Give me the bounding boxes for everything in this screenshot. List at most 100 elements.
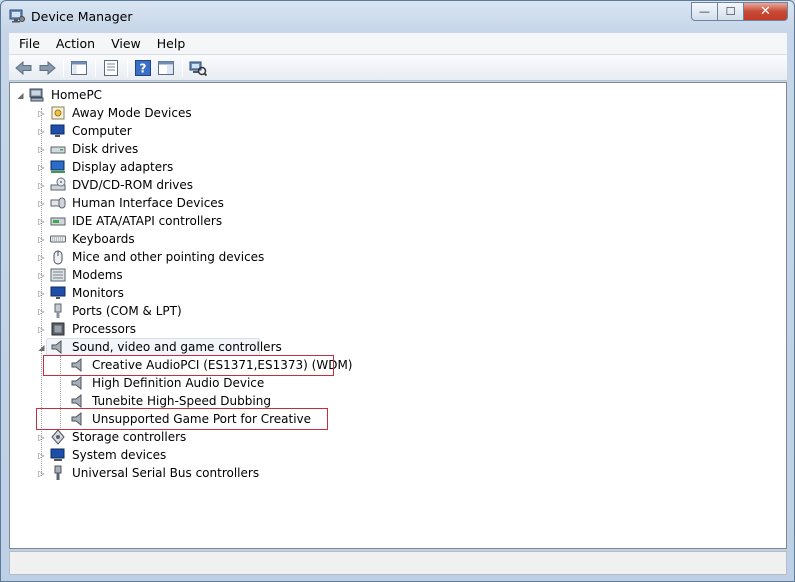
expand-triangle-icon[interactable]: ▷ (37, 217, 46, 226)
tree-node-label: Mice and other pointing devices (72, 250, 265, 264)
red-annotation-box (43, 355, 334, 376)
tree-node-label: System devices (72, 448, 167, 462)
properties-button[interactable] (100, 57, 122, 79)
toolbar-separator (182, 58, 183, 77)
tree-node-label: High Definition Audio Device (92, 376, 265, 390)
update-driver-button[interactable] (155, 57, 177, 79)
tree-node-label: Disk drives (72, 142, 139, 156)
expand-triangle-icon[interactable]: ▷ (37, 253, 46, 262)
menu-bar: File Action View Help (9, 33, 787, 55)
tree-node-label: Ports (COM & LPT) (72, 304, 182, 318)
tree-node-away-mode-devices[interactable]: ▷ Away Mode Devices (37, 104, 194, 122)
away-mode-icon (50, 105, 66, 121)
properties-icon (104, 59, 118, 76)
display-adapter-icon (50, 159, 66, 175)
expand-triangle-icon[interactable]: ▷ (37, 325, 46, 334)
tree-node-label: Computer (72, 124, 132, 138)
expand-triangle-icon[interactable]: ▷ (37, 127, 46, 136)
expand-triangle-icon[interactable]: ▷ (37, 199, 46, 208)
menu-help[interactable]: Help (149, 34, 194, 53)
tree-node-label: Sound, video and game controllers (72, 340, 282, 354)
window-title: Device Manager (31, 9, 133, 24)
close-button[interactable]: ✕ (743, 2, 788, 21)
usb-icon (50, 465, 66, 481)
hid-icon (50, 195, 66, 211)
close-icon: ✕ (760, 4, 771, 19)
expand-triangle-icon[interactable]: ▷ (37, 109, 46, 118)
tree-node-ide-ata-atapi-controllers[interactable]: ▷ IDE ATA/ATAPI controllers (37, 212, 224, 230)
tree-node-label: Processors (72, 322, 137, 336)
system-devices-icon (50, 447, 66, 463)
speaker-icon (70, 393, 86, 409)
maximize-icon: ☐ (725, 5, 736, 18)
tree-node-keyboards[interactable]: ▷ Keyboards (37, 230, 137, 248)
forward-button[interactable] (36, 57, 58, 79)
tree-node-processors[interactable]: ▷ Processors (37, 320, 138, 338)
expand-triangle-icon[interactable]: ▷ (37, 469, 46, 478)
title-bar[interactable]: Device Manager — ☐ ✕ (1, 1, 794, 33)
expand-triangle-icon[interactable]: ▷ (37, 433, 46, 442)
scan-hardware-button[interactable] (187, 57, 209, 79)
tree-node-dvd-cd-rom-drives[interactable]: ▷ DVD/CD-ROM drives (37, 176, 195, 194)
tree-node-modems[interactable]: ▷ Modems (37, 266, 125, 284)
minimize-icon: — (699, 5, 710, 18)
expand-triangle-icon[interactable]: ▷ (37, 307, 46, 316)
expand-triangle-icon[interactable]: ▷ (37, 289, 46, 298)
svg-text:?: ? (140, 61, 147, 75)
show-hide-console-tree-button[interactable] (68, 57, 90, 79)
monitor-icon (50, 285, 66, 301)
expand-triangle-icon[interactable]: ▷ (37, 271, 46, 280)
red-annotation-box (36, 408, 328, 430)
tree-node-human-interface-devices[interactable]: ▷ Human Interface Devices (37, 194, 226, 212)
processor-icon (50, 321, 66, 337)
computer-root-icon (29, 87, 45, 103)
tree-child-high-definition-audio-device[interactable]: High Definition Audio Device (70, 374, 266, 392)
tree-node-label: Display adapters (72, 160, 174, 174)
tree-node-ports-com-lpt[interactable]: ▷ Ports (COM & LPT) (37, 302, 184, 320)
tree-node-monitors[interactable]: ▷ Monitors (37, 284, 126, 302)
tree-node-disk-drives[interactable]: ▷ Disk drives (37, 140, 140, 158)
expand-triangle-icon[interactable]: ▷ (37, 145, 46, 154)
toolbar: ? (9, 55, 787, 81)
menu-action[interactable]: Action (48, 34, 103, 53)
device-manager-app-icon (9, 9, 25, 23)
tree-node-label: Storage controllers (72, 430, 187, 444)
menu-file[interactable]: File (11, 34, 48, 53)
tree-node-sound-video-game-controllers[interactable]: ◢ Sound, video and game controllers (37, 338, 284, 356)
expand-triangle-icon[interactable]: ▷ (37, 163, 46, 172)
expand-triangle-icon[interactable]: ▷ (37, 451, 46, 460)
keyboard-icon (50, 231, 66, 247)
tree-node-label: Universal Serial Bus controllers (72, 466, 260, 480)
update-driver-icon (158, 60, 174, 75)
mouse-icon (50, 249, 66, 265)
tree-node-storage-controllers[interactable]: ▷ Storage controllers (37, 428, 188, 446)
ide-controller-icon (50, 213, 66, 229)
expand-triangle-icon[interactable]: ▷ (37, 235, 46, 244)
tree-node-system-devices[interactable]: ▷ System devices (37, 446, 168, 464)
speaker-icon (70, 375, 86, 391)
tree-node-label: DVD/CD-ROM drives (72, 178, 194, 192)
tree-node-label: Tunebite High-Speed Dubbing (92, 394, 271, 408)
maximize-button[interactable]: ☐ (717, 2, 744, 21)
forward-arrow-icon (39, 60, 56, 75)
disk-drive-icon (50, 141, 66, 157)
tree-root-node[interactable]: ◢ HomePC (16, 86, 104, 104)
toolbar-separator (127, 58, 128, 77)
tree-node-universal-serial-bus-controllers[interactable]: ▷ Universal Serial Bus controllers (37, 464, 261, 482)
expand-triangle-icon[interactable]: ▷ (37, 181, 46, 190)
tree-node-mice-and-other-pointing-devices[interactable]: ▷ Mice and other pointing devices (37, 248, 266, 266)
menu-view[interactable]: View (103, 34, 149, 53)
port-icon (50, 303, 66, 319)
tree-node-computer[interactable]: ▷ Computer (37, 122, 134, 140)
tree-node-label: Monitors (72, 286, 124, 300)
help-button[interactable]: ? (132, 57, 154, 79)
minimize-button[interactable]: — (691, 2, 718, 21)
show-hide-console-tree-icon (71, 60, 87, 75)
tree-node-label: Away Mode Devices (72, 106, 192, 120)
tree-node-label: Modems (72, 268, 123, 282)
collapse-triangle-icon[interactable]: ◢ (16, 91, 25, 100)
tree-node-label: IDE ATA/ATAPI controllers (72, 214, 223, 228)
back-button[interactable] (13, 57, 35, 79)
collapse-triangle-icon[interactable]: ◢ (37, 343, 46, 352)
tree-node-display-adapters[interactable]: ▷ Display adapters (37, 158, 175, 176)
